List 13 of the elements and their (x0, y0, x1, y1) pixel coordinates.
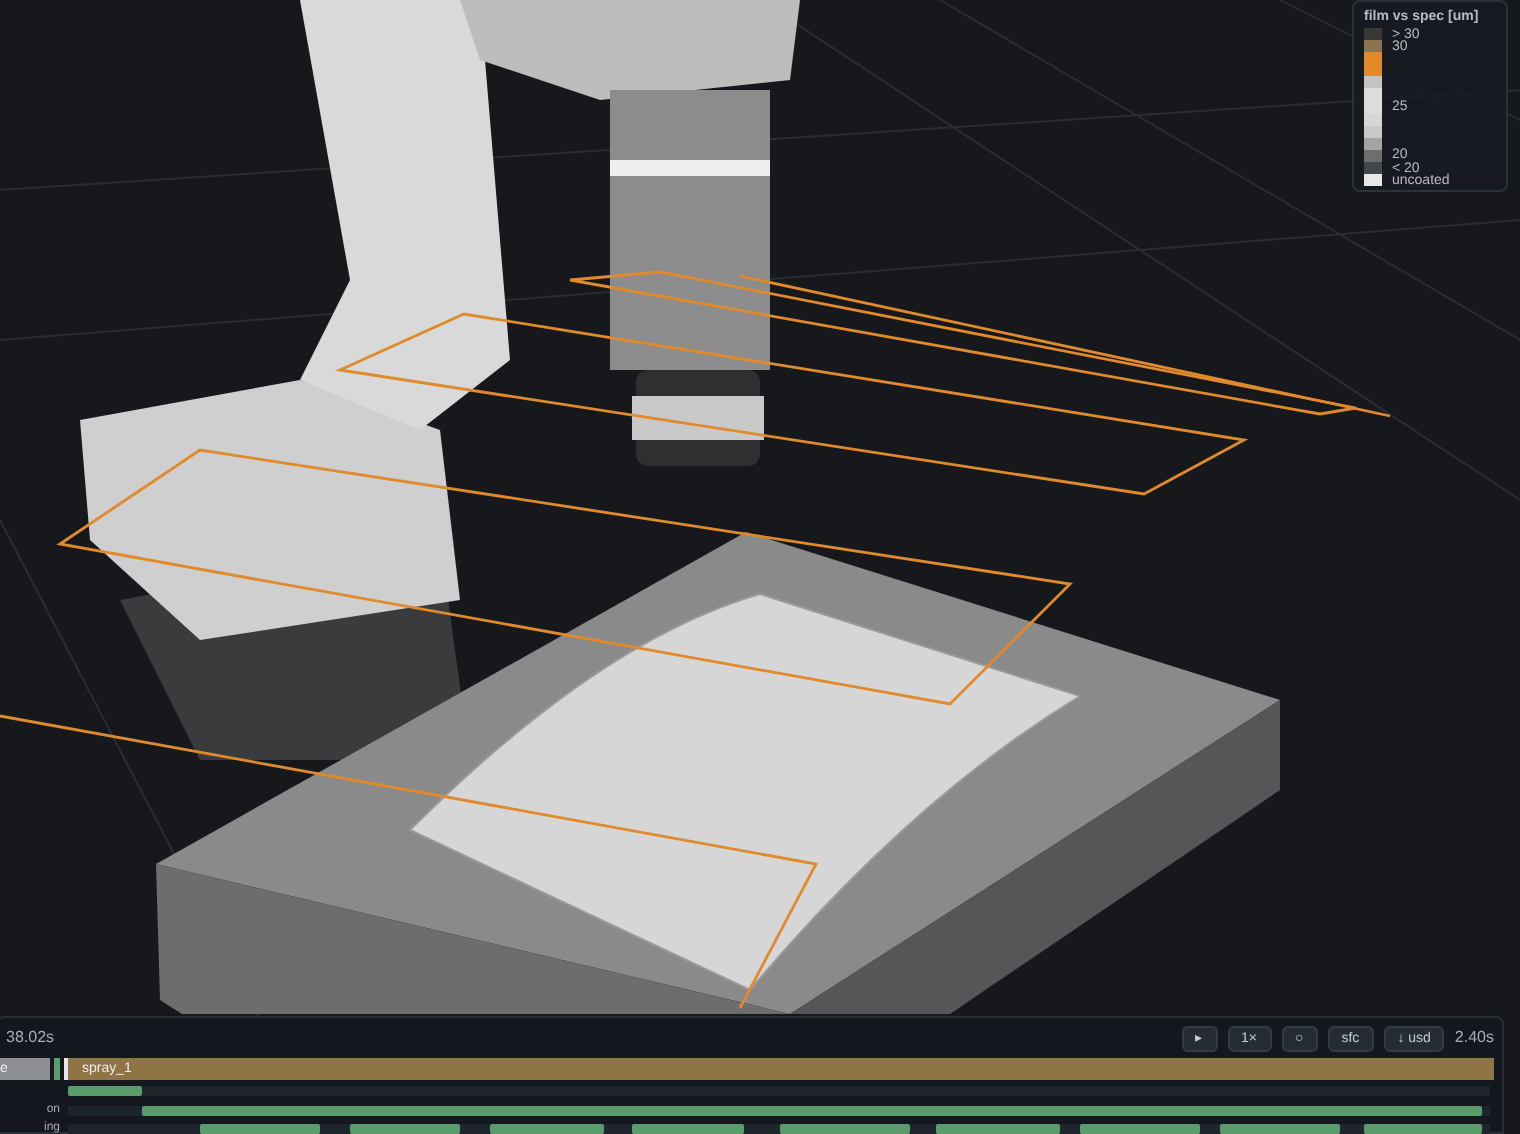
activity-bar (936, 1124, 1060, 1134)
activity-bar (1080, 1124, 1200, 1134)
activity-bar (200, 1124, 320, 1134)
time-readout: 38.02s (6, 1026, 55, 1050)
duration-readout: 2.40s (1454, 1026, 1494, 1050)
activity-bar (1220, 1124, 1340, 1134)
activity-bar (780, 1124, 910, 1134)
activity-bar (1364, 1124, 1482, 1134)
activity-bar (490, 1124, 604, 1134)
activity-bar (68, 1086, 142, 1097)
activity-bar (350, 1124, 460, 1134)
activity-bar (632, 1124, 744, 1134)
playhead-marker (54, 1058, 60, 1080)
